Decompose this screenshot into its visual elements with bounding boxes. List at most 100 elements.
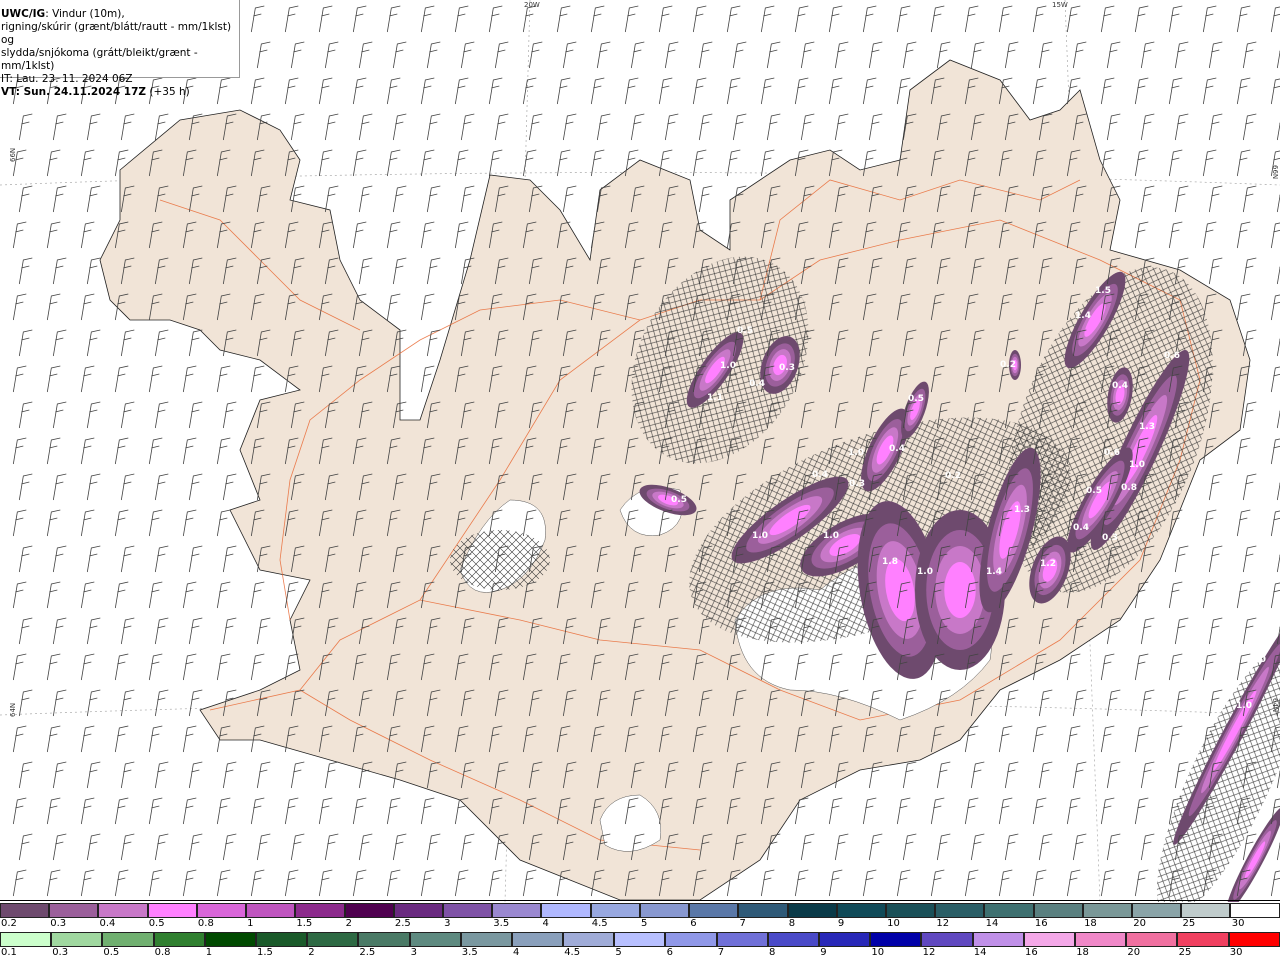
map-title-box: UWC/IG: Vindur (10m), rigning/skúrir (gr… <box>0 0 240 98</box>
wind-barb <box>766 113 781 141</box>
snow-scale-label: 10 <box>887 918 900 929</box>
wind-barb <box>392 833 407 861</box>
snow-scale-label: 0.2 <box>1 918 17 929</box>
wind-barb <box>12 581 27 609</box>
contour-value-label: 1.0 <box>1236 701 1252 711</box>
snow-scale-label: 3 <box>444 918 451 929</box>
wind-barb <box>488 5 503 33</box>
wind-barb <box>80 149 95 177</box>
wind-barb <box>114 797 129 825</box>
contour-value-label: 0.2 <box>945 471 961 481</box>
wind-barb <box>1168 653 1183 681</box>
wind-barb <box>1208 257 1223 285</box>
rain-scale-label: 0.8 <box>154 947 171 958</box>
wind-barb <box>760 77 775 105</box>
wind-barb <box>800 113 815 141</box>
wind-barb <box>902 761 917 789</box>
wind-barb <box>1236 5 1251 33</box>
wind-barb <box>1174 689 1189 717</box>
contour-value-label: 1.3 <box>1139 422 1155 432</box>
wind-barb <box>188 545 203 573</box>
wind-barb <box>12 797 27 825</box>
wind-barb <box>862 869 877 897</box>
snow-scale-swatch <box>1033 903 1083 918</box>
wind-barb <box>86 833 101 861</box>
snow-scale-swatch <box>246 903 296 918</box>
wind-barb <box>1066 653 1081 681</box>
rain-scale-label: 12 <box>922 947 936 958</box>
wind-barb <box>1270 222 1280 249</box>
rain-scale-label: 25 <box>1178 947 1192 958</box>
wind-barb <box>1168 77 1183 105</box>
wind-barb <box>120 329 135 357</box>
wind-barb <box>114 365 129 393</box>
rain-color-scale <box>0 932 1280 947</box>
wind-barb <box>556 149 571 177</box>
wind-barb <box>1038 833 1053 861</box>
valid-time: VT: Sun. 24.11.2024 17Z <box>1 86 147 98</box>
wind-barb <box>250 5 265 33</box>
wind-barb <box>426 185 441 213</box>
wind-barb <box>658 77 673 105</box>
contour-value-label: 1.2 <box>1040 559 1056 569</box>
wind-barb <box>154 473 169 501</box>
wind-barb <box>1066 5 1081 33</box>
wind-barb <box>86 761 101 789</box>
wind-barb <box>1072 833 1087 861</box>
wind-barb <box>1140 833 1155 861</box>
wind-barb <box>522 149 537 177</box>
wind-barb <box>352 149 367 177</box>
snow-scale-label: 2.5 <box>394 918 411 929</box>
wind-barb <box>324 41 339 69</box>
contour-value-label: 0.6 <box>1104 448 1120 458</box>
snow-scale-label: 1.5 <box>296 918 313 929</box>
wind-barb <box>800 41 815 69</box>
wind-barb <box>1072 761 1087 789</box>
wind-barb <box>896 797 911 825</box>
wind-barb <box>216 581 231 609</box>
wind-barb <box>250 869 265 897</box>
wind-barb <box>86 257 101 285</box>
wind-barb <box>18 329 33 357</box>
wind-barb <box>1066 797 1081 825</box>
wind-barb <box>386 5 401 33</box>
wind-barb <box>12 869 27 897</box>
rain-scale-swatch <box>102 932 154 947</box>
snow-scale-swatch <box>639 903 690 918</box>
wind-barb <box>1174 185 1189 213</box>
wind-barb <box>284 77 299 105</box>
wind-barb <box>46 653 61 681</box>
rain-scale-label: 10 <box>871 947 885 958</box>
rain-scale-swatch <box>1228 932 1280 947</box>
wind-barb <box>52 257 67 285</box>
wind-barb <box>528 113 543 141</box>
snow-scale-swatch <box>0 903 50 918</box>
wind-barb <box>834 833 849 861</box>
wind-barb <box>386 221 401 249</box>
wind-barb <box>358 113 373 141</box>
wind-barb <box>80 869 95 897</box>
wind-barb <box>420 869 435 897</box>
lat-label-66n-left: 66N <box>9 147 17 162</box>
rain-scale-labels: 0.1 0.3 0.5 0.8 1 1.5 2 2.5 3 3.5 4 4.5 5 6 7 8 9 10 12 14 1… <box>0 947 1280 961</box>
wind-barb <box>114 869 129 897</box>
snow-scale-swatch <box>492 903 542 918</box>
wind-barb <box>692 149 707 177</box>
wind-barb <box>250 365 265 393</box>
wind-barb <box>1202 149 1217 177</box>
title-variables: : Vindur (10m), <box>45 8 125 20</box>
wind-barb <box>1270 294 1280 321</box>
snow-scale-swatch <box>590 903 640 918</box>
wind-barb <box>630 113 645 141</box>
wind-barb <box>590 5 605 33</box>
lat-label-64n-left: 64N <box>9 702 17 717</box>
contour-value-label: 0.2 <box>1000 360 1016 370</box>
weather-map[interactable]: 0.5 1.0 1.1 0.4 0.3 0.5 0.4 1.0 0.4 0.3 0.5 1.0 1.0 1… <box>0 0 1280 902</box>
wind-barb <box>420 221 435 249</box>
rain-scale-swatch <box>614 932 666 947</box>
wind-barb <box>998 869 1013 897</box>
wind-barb <box>182 653 197 681</box>
snow-scale-labels: 0.2 0.3 0.4 0.5 0.8 1 1.5 2 2.5 3 3.5 4 4.5 5 6 7 8 9 10 12… <box>0 918 1280 932</box>
snow-scale-swatch <box>49 903 99 918</box>
wind-barb <box>86 473 101 501</box>
